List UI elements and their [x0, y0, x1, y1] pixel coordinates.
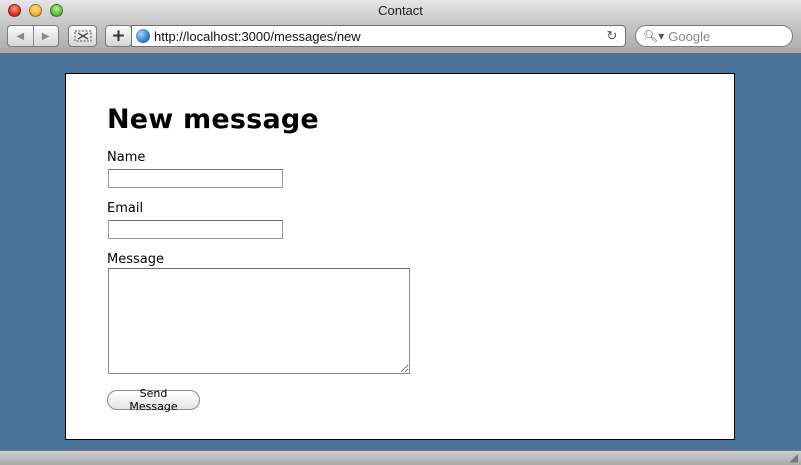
email-field[interactable]	[108, 220, 283, 239]
scissors-icon	[74, 30, 91, 42]
zoom-window-button[interactable]	[50, 4, 63, 17]
page-title: New message	[107, 104, 319, 135]
email-label: Email	[107, 201, 144, 216]
nav-buttons: ◀ ▶	[7, 25, 59, 47]
name-label: Name	[107, 150, 146, 165]
message-textarea[interactable]	[108, 268, 410, 374]
status-bar: ◢	[0, 450, 801, 465]
address-bar[interactable]: http://localhost:3000/messages/new ↻	[131, 25, 626, 47]
window-title: Contact	[378, 3, 423, 18]
title-bar: Contact	[0, 0, 801, 22]
reload-icon[interactable]: ↻	[603, 28, 621, 44]
url-text[interactable]: http://localhost:3000/messages/new	[154, 29, 603, 44]
name-field[interactable]	[108, 169, 283, 188]
search-placeholder: Google	[668, 28, 711, 44]
search-field[interactable]: 🔍︎▾ Google	[635, 25, 793, 47]
forward-button[interactable]: ▶	[32, 26, 59, 46]
minimize-window-button[interactable]	[29, 4, 42, 17]
close-window-button[interactable]	[8, 4, 21, 17]
resize-grip-icon[interactable]: ◢	[790, 451, 798, 464]
message-label: Message	[107, 252, 164, 267]
web-clip-button[interactable]	[68, 25, 97, 47]
browser-toolbar: ◀ ▶ + http://localhost:3000/messages/new…	[0, 22, 801, 54]
send-message-button[interactable]: Send Message	[107, 387, 200, 413]
back-arrow-icon: ◀	[16, 30, 25, 42]
forward-arrow-icon: ▶	[41, 30, 50, 42]
search-icon: 🔍︎▾	[643, 29, 665, 43]
add-bookmark-button[interactable]: +	[105, 25, 132, 47]
back-button[interactable]: ◀	[8, 26, 33, 46]
globe-icon	[136, 29, 150, 43]
page-content: New message Name Email Message Send Mess…	[65, 73, 735, 440]
